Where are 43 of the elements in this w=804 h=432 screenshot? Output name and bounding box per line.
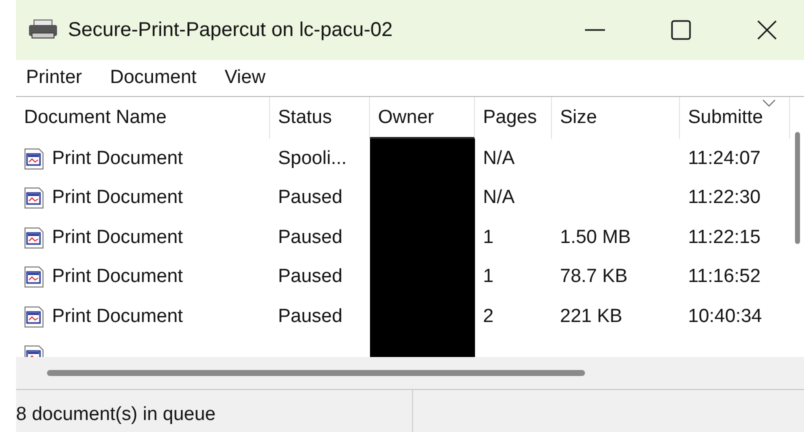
scrollbar-thumb[interactable] — [794, 132, 800, 244]
table-cell: 11:22:15 — [688, 226, 761, 249]
table-cell: 11:24:07 — [688, 148, 761, 170]
menu-item[interactable]: Printer — [26, 67, 82, 89]
table-cell: 1.50 MB — [560, 226, 631, 249]
chevron-icon — [762, 99, 776, 107]
window-title: Secure-Print-Papercut on lc-pacu-02 — [68, 18, 393, 42]
column-header[interactable]: Size — [552, 97, 680, 139]
document-icon — [24, 306, 44, 328]
table-cell: N/A — [483, 187, 515, 210]
table-cell: Print Document — [52, 148, 183, 170]
document-icon — [24, 226, 44, 249]
close-icon[interactable] — [756, 19, 778, 41]
scrollbar-thumb[interactable] — [47, 370, 585, 376]
table-cell: Print Document — [52, 266, 183, 288]
table-cell: 1 — [483, 226, 494, 249]
table-cell: Print Document — [52, 226, 183, 249]
maximize-icon[interactable] — [670, 19, 692, 41]
table-cell: 78.7 KB — [560, 266, 628, 288]
printer-icon — [28, 19, 58, 41]
column-header[interactable]: Submitte — [680, 97, 790, 139]
column-header[interactable]: Document Name — [16, 97, 270, 139]
table-cell: 2 — [483, 306, 494, 328]
column-header[interactable]: Pages — [475, 97, 552, 139]
table-cell: 10:40:34 — [688, 306, 762, 328]
table-cell: N/A — [483, 148, 515, 170]
table-cell: 11:22:30 — [688, 187, 761, 210]
table-cell: 11:16:52 — [688, 266, 761, 288]
menu-item[interactable]: Document — [110, 67, 197, 89]
table-cell: 1 — [483, 266, 494, 288]
table-cell: 221 KB — [560, 306, 622, 328]
table-cell: Print Document — [52, 306, 183, 328]
table-cell: Paused — [278, 266, 342, 288]
document-icon — [24, 148, 44, 170]
table-cell: Print Document — [52, 187, 183, 210]
document-icon — [24, 187, 44, 210]
column-header[interactable]: Status — [270, 97, 370, 139]
document-icon — [24, 266, 44, 288]
table-cell: Paused — [278, 187, 342, 210]
table-cell: Spooli... — [278, 148, 347, 170]
table-cell: Paused — [278, 226, 342, 249]
menu-item[interactable]: View — [224, 67, 266, 89]
table-cell: Paused — [278, 306, 342, 328]
